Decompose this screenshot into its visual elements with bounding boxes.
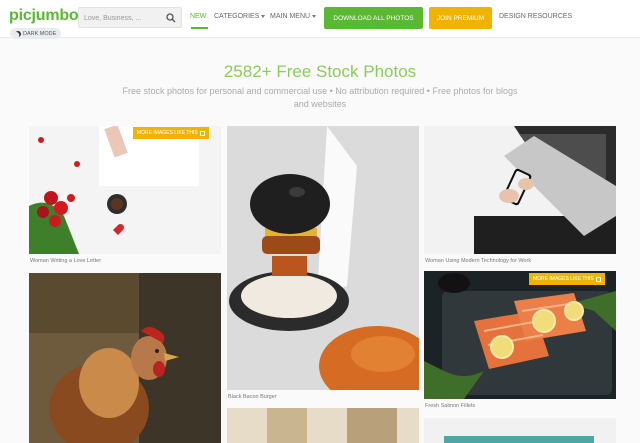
dark-mode-label: DARK MODE (23, 30, 57, 37)
photo-chicken[interactable] (29, 273, 221, 443)
page-title: 2582+ Free Stock Photos (223, 62, 417, 81)
more-images-badge[interactable]: MORE IMAGES LIKE THIS (133, 127, 209, 139)
search-box (78, 7, 182, 28)
more-images-badge[interactable]: MORE IMAGES LIKE THIS (529, 273, 605, 285)
nav-main-menu[interactable]: MAIN MENU (270, 13, 317, 20)
top-navigation-bar: picjumbo DARK MODE NEW CATEGORIES MAIN M… (0, 0, 640, 39)
more-images-label: MORE IMAGES LIKE THIS (137, 130, 198, 136)
photo-love-letter[interactable] (29, 126, 221, 254)
page-subtitle: Free stock photos for personal and comme… (122, 86, 518, 109)
nav-main-menu-label: MAIN MENU (270, 13, 311, 20)
nav-categories-label: CATEGORIES (214, 13, 260, 20)
external-link-icon (595, 276, 601, 282)
nav-active-indicator (191, 27, 208, 29)
site-logo[interactable]: picjumbo (9, 7, 79, 25)
nav-categories[interactable]: CATEGORIES (214, 13, 266, 20)
photo-modern-technology[interactable] (424, 126, 616, 254)
moon-icon (14, 29, 22, 37)
photo-partial-middle[interactable] (227, 408, 419, 443)
dark-mode-toggle[interactable]: DARK MODE (10, 28, 62, 39)
photo-partial-right[interactable] (424, 418, 616, 443)
chevron-down-icon (261, 14, 266, 18)
external-link-icon (199, 130, 205, 136)
design-resources-link[interactable]: DESIGN RESOURCES (499, 13, 572, 20)
photo-caption[interactable]: Woman Writing a Love Letter (30, 258, 101, 264)
photo-black-bacon-burger[interactable] (227, 126, 419, 390)
download-all-photos-button[interactable]: DOWNLOAD ALL PHOTOS (324, 7, 423, 29)
search-input[interactable] (84, 11, 164, 25)
photo-fresh-salmon[interactable] (424, 271, 616, 399)
photo-caption[interactable]: Woman Using Modern Technology for Work (425, 258, 531, 264)
chevron-down-icon (312, 14, 317, 18)
nav-new[interactable]: NEW (190, 13, 206, 20)
join-premium-button[interactable]: JOIN PREMIUM (429, 7, 492, 29)
search-icon[interactable] (166, 13, 176, 23)
more-images-label: MORE IMAGES LIKE THIS (533, 276, 594, 282)
photo-caption[interactable]: Black Bacon Burger (228, 394, 277, 400)
photo-caption[interactable]: Fresh Salmon Fillets (425, 403, 475, 409)
